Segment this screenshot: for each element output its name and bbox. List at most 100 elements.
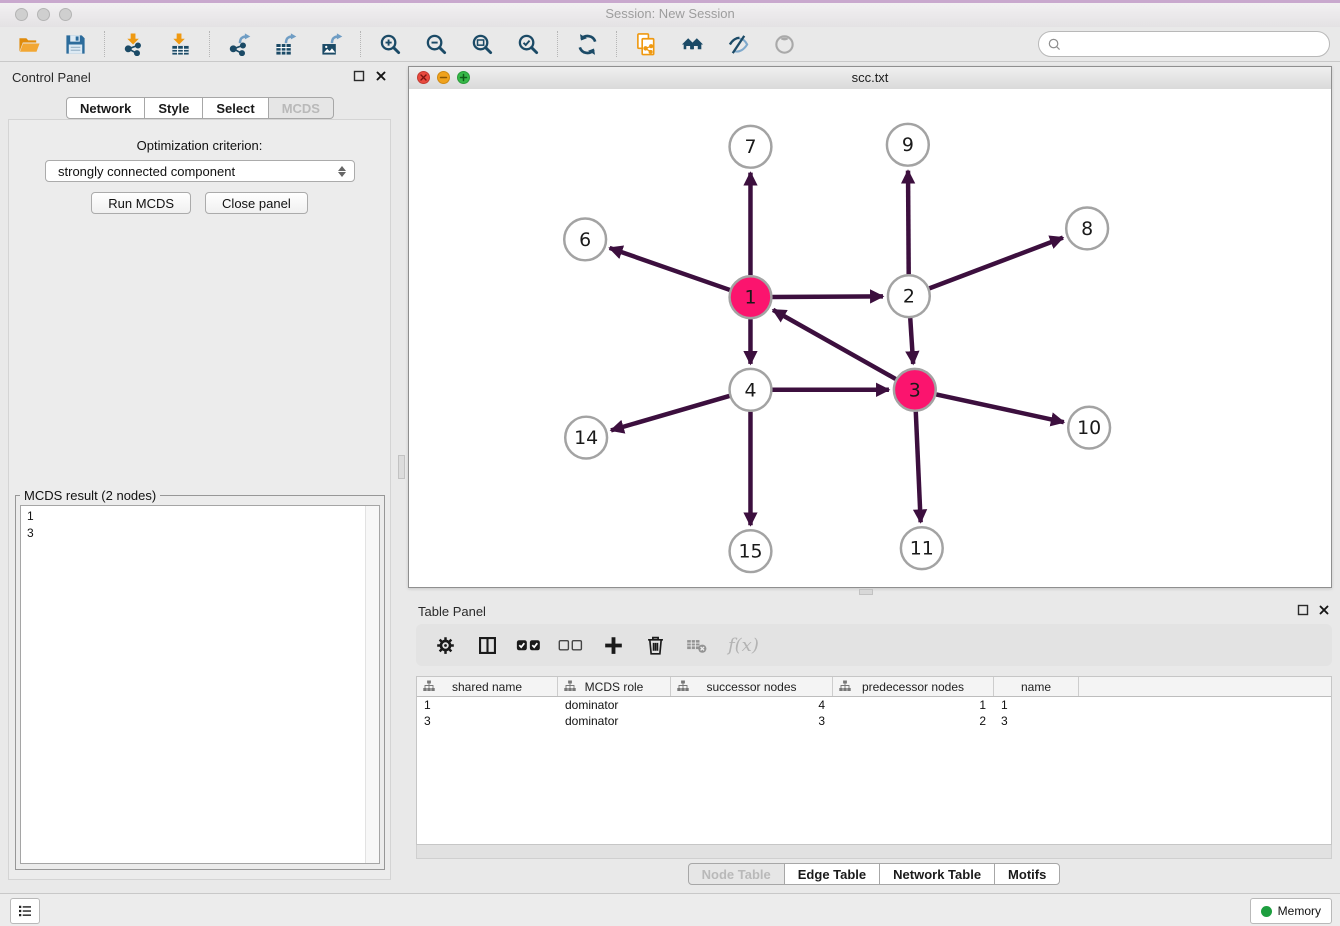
graph-edge-2-9[interactable] bbox=[908, 171, 909, 275]
graph-node-3[interactable]: 3 bbox=[894, 369, 936, 411]
graph-node-6[interactable]: 6 bbox=[564, 218, 606, 260]
save-session-button[interactable] bbox=[60, 30, 90, 58]
delete-column-button[interactable] bbox=[642, 632, 668, 658]
select-all-icon bbox=[516, 636, 542, 654]
graph-node-10[interactable]: 10 bbox=[1068, 407, 1110, 449]
home-button[interactable] bbox=[677, 30, 707, 58]
table-cell[interactable]: 4 bbox=[671, 697, 833, 713]
tab-style[interactable]: Style bbox=[144, 97, 203, 119]
function-builder-button: f(x) bbox=[726, 635, 759, 656]
table-cell[interactable]: 1 bbox=[417, 697, 558, 713]
column-header-mcds-role[interactable]: MCDS role bbox=[558, 677, 671, 696]
export-table-button[interactable] bbox=[270, 30, 300, 58]
table-tab-motifs[interactable]: Motifs bbox=[994, 863, 1060, 885]
table-horizontal-scrollbar[interactable] bbox=[416, 845, 1332, 859]
tab-select[interactable]: Select bbox=[202, 97, 268, 119]
copy-network-button[interactable] bbox=[631, 30, 661, 58]
graph-edge-4-14[interactable] bbox=[611, 396, 729, 430]
toolbar-group bbox=[8, 30, 96, 58]
table-tab-network-table[interactable]: Network Table bbox=[879, 863, 995, 885]
select-all-button[interactable] bbox=[516, 632, 542, 658]
table-cell[interactable]: 3 bbox=[417, 713, 558, 729]
zoom-fit-button[interactable] bbox=[467, 30, 497, 58]
table-settings-button[interactable] bbox=[432, 632, 458, 658]
table-cell[interactable]: 1 bbox=[833, 697, 994, 713]
column-header-successor-nodes[interactable]: successor nodes bbox=[671, 677, 833, 696]
table-tab-edge-table[interactable]: Edge Table bbox=[784, 863, 880, 885]
mcds-result-scrollbar[interactable] bbox=[365, 506, 379, 863]
graph-node-4[interactable]: 4 bbox=[730, 369, 772, 411]
hide-glyphs-button[interactable] bbox=[723, 30, 753, 58]
column-header-predecessor-nodes[interactable]: predecessor nodes bbox=[833, 677, 994, 696]
export-network-icon bbox=[228, 33, 251, 56]
control-panel-float-button[interactable] bbox=[352, 69, 366, 83]
table-panel-close-button[interactable] bbox=[1317, 603, 1331, 617]
zoom-selected-button[interactable] bbox=[513, 30, 543, 58]
show-columns-icon bbox=[477, 635, 498, 656]
graph-node-7[interactable]: 7 bbox=[730, 126, 772, 168]
table-cell[interactable]: 1 bbox=[994, 697, 1079, 713]
memory-button[interactable]: Memory bbox=[1250, 898, 1332, 924]
graph-node-1[interactable]: 1 bbox=[730, 276, 772, 318]
graph-edge-1-6[interactable] bbox=[610, 248, 730, 290]
zoom-selected-icon bbox=[517, 33, 540, 56]
zoom-out-button[interactable] bbox=[421, 30, 451, 58]
table-cell[interactable]: 2 bbox=[833, 713, 994, 729]
criterion-select[interactable]: strongly connected component bbox=[45, 160, 355, 182]
graph-edge-1-2[interactable] bbox=[772, 296, 883, 297]
graph-node-11[interactable]: 11 bbox=[901, 527, 943, 569]
graph-node-2[interactable]: 2 bbox=[888, 275, 930, 317]
graph-edge-2-8[interactable] bbox=[929, 238, 1063, 289]
graph-edge-3-1[interactable] bbox=[773, 310, 896, 379]
table-tab-node-table[interactable]: Node Table bbox=[688, 863, 785, 885]
graph-edge-2-3[interactable] bbox=[910, 318, 913, 364]
zoom-in-button[interactable] bbox=[375, 30, 405, 58]
import-network-button[interactable] bbox=[119, 30, 149, 58]
deselect-all-button[interactable] bbox=[558, 632, 584, 658]
table-cell[interactable]: 3 bbox=[671, 713, 833, 729]
search-icon bbox=[1047, 37, 1062, 52]
column-header-name[interactable]: name bbox=[994, 677, 1079, 696]
show-glyphs-button[interactable] bbox=[769, 30, 799, 58]
close-icon bbox=[1318, 604, 1330, 616]
table-cell[interactable]: dominator bbox=[558, 713, 671, 729]
import-table-button[interactable] bbox=[165, 30, 195, 58]
graph-node-14[interactable]: 14 bbox=[565, 417, 607, 459]
network-graph[interactable]: 1 2 3 4 6 7 8 9 10 11 14 15 bbox=[409, 89, 1331, 587]
graph-edge-3-11[interactable] bbox=[916, 412, 921, 523]
task-history-button[interactable] bbox=[10, 898, 40, 924]
graph-node-8[interactable]: 8 bbox=[1066, 208, 1108, 250]
close-panel-button[interactable]: Close panel bbox=[205, 192, 308, 214]
table-cell[interactable]: 3 bbox=[994, 713, 1079, 729]
graph-node-15[interactable]: 15 bbox=[730, 530, 772, 572]
horizontal-splitter[interactable] bbox=[859, 589, 873, 595]
export-image-button[interactable] bbox=[316, 30, 346, 58]
table-row: 1dominator411 bbox=[417, 697, 1331, 713]
network-canvas[interactable]: 1 2 3 4 6 7 8 9 10 11 14 15 bbox=[409, 89, 1331, 587]
graph-node-label-4: 4 bbox=[744, 379, 756, 401]
table-cell[interactable]: dominator bbox=[558, 697, 671, 713]
criterion-select-value: strongly connected component bbox=[46, 164, 334, 179]
tab-network[interactable]: Network bbox=[66, 97, 145, 119]
export-network-button[interactable] bbox=[224, 30, 254, 58]
toolbar-group bbox=[218, 30, 352, 58]
graph-node-9[interactable]: 9 bbox=[887, 124, 929, 166]
toolbar-group bbox=[369, 30, 549, 58]
toolbar-group bbox=[113, 30, 201, 58]
add-column-button[interactable] bbox=[600, 632, 626, 658]
show-columns-button[interactable] bbox=[474, 632, 500, 658]
column-header-shared-name[interactable]: shared name bbox=[417, 677, 558, 696]
control-panel-close-button[interactable] bbox=[374, 69, 388, 83]
table-panel-float-button[interactable] bbox=[1296, 603, 1310, 617]
close-icon bbox=[375, 70, 387, 82]
optimization-criterion-label: Optimization criterion: bbox=[9, 138, 390, 153]
vertical-splitter[interactable] bbox=[398, 455, 405, 479]
run-mcds-button[interactable]: Run MCDS bbox=[91, 192, 191, 214]
refresh-button[interactable] bbox=[572, 30, 602, 58]
table-row: 3dominator323 bbox=[417, 713, 1331, 729]
tab-mcds[interactable]: MCDS bbox=[268, 97, 334, 119]
open-file-button[interactable] bbox=[14, 30, 44, 58]
mcds-result-title: MCDS result (2 nodes) bbox=[20, 488, 160, 503]
search-input[interactable] bbox=[1062, 34, 1329, 54]
graph-edge-3-10[interactable] bbox=[936, 394, 1064, 422]
